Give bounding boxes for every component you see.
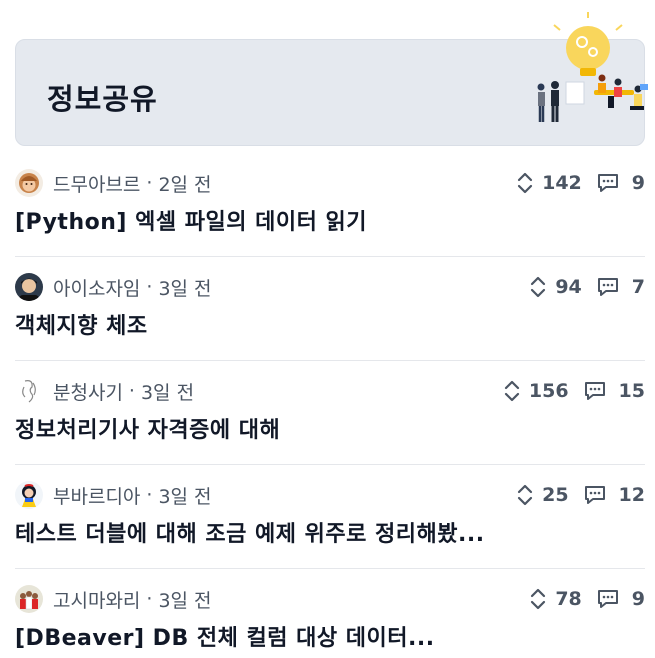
list-item[interactable]: 분청사기 · 3일 전 156 15 정보처리기사 자격증에 대해 — [15, 361, 645, 465]
avatar-person-icon[interactable] — [15, 273, 43, 301]
post-time: 2일 전 — [158, 173, 212, 196]
post-time: 3일 전 — [158, 589, 212, 612]
comment-count-value: 15 — [618, 380, 645, 402]
post-time: 3일 전 — [158, 277, 212, 300]
vote-count: 94 — [529, 276, 582, 298]
vote-count: 156 — [503, 380, 569, 402]
meta-separator: · — [146, 276, 153, 298]
list-item[interactable]: 드무아브르 · 2일 전 142 9 [Python] 엑셀 파일의 데이터 읽… — [15, 153, 645, 257]
avatar-snowwhite-icon[interactable] — [15, 481, 43, 509]
vote-chevrons-icon — [531, 588, 546, 610]
comment-icon — [597, 174, 618, 192]
author-name[interactable]: 분청사기 — [53, 378, 123, 405]
vote-chevrons-icon — [517, 172, 533, 194]
comment-count-value: 12 — [618, 484, 645, 506]
post-title-link[interactable]: 객체지향 체조 — [15, 308, 635, 340]
vote-count-value: 142 — [542, 172, 582, 194]
avatar-cartoon-face-icon[interactable] — [15, 169, 43, 197]
comment-icon — [597, 590, 618, 608]
author-name[interactable]: 드무아브르 — [53, 170, 140, 197]
comment-count: 15 — [583, 380, 645, 402]
post-title-link[interactable]: [DBeaver] DB 전체 컬럼 대상 데이터... — [15, 620, 635, 652]
post-meta: 분청사기 · 3일 전 — [15, 377, 194, 405]
post-stats: 78 9 — [529, 585, 645, 613]
post-meta: 고시마와리 · 3일 전 — [15, 585, 212, 613]
author-name[interactable]: 아이소자임 — [53, 274, 140, 301]
list-item[interactable]: 고시마와리 · 3일 전 78 9 [DBeaver] DB 전체 컬럼 대상 … — [15, 569, 645, 658]
page-title: 정보공유 — [47, 82, 158, 116]
vote-count-value: 94 — [555, 276, 582, 298]
post-time: 3일 전 — [158, 485, 212, 508]
post-title-link[interactable]: 테스트 더블에 대해 조금 예제 위주로 정리해봤... — [15, 516, 635, 548]
vote-count: 142 — [516, 172, 582, 194]
avatar-sketch-icon[interactable] — [15, 377, 43, 405]
author-name[interactable]: 부바르디아 — [53, 482, 140, 509]
vote-chevrons-icon — [504, 380, 519, 402]
team-lightbulb-illustration — [537, 12, 648, 122]
post-meta: 아이소자임 · 3일 전 — [15, 273, 212, 301]
post-time: 3일 전 — [140, 381, 195, 404]
post-meta: 부바르디아 · 3일 전 — [15, 481, 212, 509]
meta-separator: · — [128, 380, 135, 402]
post-stats: 25 12 — [516, 481, 645, 509]
category-banner: 정보공유 — [15, 12, 648, 146]
comment-icon — [584, 382, 605, 400]
post-stats: 94 7 — [529, 273, 645, 301]
post-stats: 142 9 — [516, 169, 645, 197]
post-stats: 156 15 — [503, 377, 645, 405]
comment-count-value: 7 — [631, 276, 645, 298]
comment-count: 7 — [596, 276, 645, 298]
post-title-link[interactable]: 정보처리기사 자격증에 대해 — [15, 412, 635, 444]
vote-count: 25 — [516, 484, 569, 506]
vote-count-value: 25 — [542, 484, 569, 506]
vote-chevrons-icon — [531, 276, 546, 298]
avatar-group-icon[interactable] — [15, 585, 43, 613]
post-meta: 드무아브르 · 2일 전 — [15, 169, 212, 197]
comment-count: 12 — [583, 484, 645, 506]
meta-separator: · — [146, 588, 153, 610]
vote-chevrons-icon — [517, 484, 533, 506]
vote-count: 78 — [529, 588, 582, 610]
vote-count-value: 78 — [555, 588, 582, 610]
comment-icon — [597, 278, 618, 296]
vote-count-value: 156 — [528, 380, 569, 402]
meta-separator: · — [146, 172, 153, 194]
comment-count: 9 — [596, 588, 645, 610]
list-item[interactable]: 부바르디아 · 3일 전 25 12 테스트 더블에 대해 조금 예제 위주로 … — [15, 465, 645, 569]
meta-separator: · — [146, 484, 153, 506]
comment-icon — [584, 486, 605, 504]
comment-count-value: 9 — [631, 172, 645, 194]
comment-count-value: 9 — [631, 588, 645, 610]
list-item[interactable]: 아이소자임 · 3일 전 94 7 객체지향 체조 — [15, 257, 645, 361]
post-title-link[interactable]: [Python] 엑셀 파일의 데이터 읽기 — [15, 204, 635, 236]
author-name[interactable]: 고시마와리 — [53, 586, 140, 613]
comment-count: 9 — [596, 172, 645, 194]
